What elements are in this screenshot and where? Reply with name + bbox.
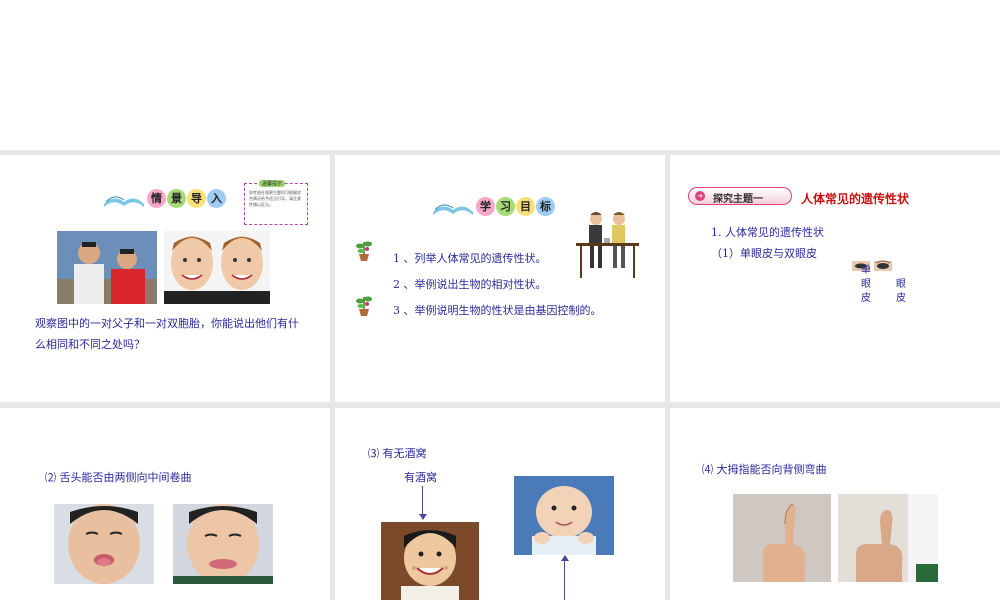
potted-plant-icon (356, 296, 372, 316)
slide-thumbnail-3[interactable]: ➔ 探究主题一 人体常见的遗传性状 1. 人体常见的遗传性状 （1）单眼皮与双眼… (670, 155, 1000, 402)
caption-thumb-bending: ⑷ 大拇指能否向背侧弯曲 (702, 463, 827, 476)
title-char-badge: 标 (536, 196, 555, 216)
tip-text: 如考虑在观察主题时可根据综合情况给予适当引导。请注意性情以区分。 (249, 190, 301, 207)
baby-photo (514, 476, 614, 555)
thumb-straight-photo (838, 494, 938, 582)
arrow-down-icon (419, 514, 427, 520)
twins-photo (164, 231, 270, 304)
child-with-dimples-photo (381, 522, 479, 600)
title-char-badge: 习 (496, 196, 515, 216)
item-common-traits: 1. 人体常见的遗传性状 (711, 226, 824, 239)
potted-plant-icon (356, 241, 372, 261)
topic-tag-label: 探究主题一 (713, 194, 763, 205)
title-char-badge: 情 (147, 188, 166, 208)
title-char-badge: 学 (476, 196, 495, 216)
eye-comparison-thumbnails (852, 260, 892, 271)
goal-item-2: 2 、举例说出生物的相对性状。 (393, 278, 547, 291)
slide-title: 人体常见的遗传性状 (801, 192, 910, 206)
topic-tag: ➔ 探究主题一 (688, 187, 792, 205)
students-at-table-illustration (576, 212, 639, 278)
title-char-badge: 导 (187, 188, 206, 208)
slide-thumbnail-1[interactable]: 情 景 导 入 温馨提示 如考虑在观察主题时可根据综合情况给予适当引导。请注意性… (0, 155, 330, 402)
label-double-1: 眼 (896, 279, 906, 290)
goal-item-1: 1 、列举人体常见的遗传性状。 (393, 252, 547, 265)
father-son-photo (57, 231, 157, 304)
item-eyelids: （1）单眼皮与双眼皮 (711, 247, 817, 260)
question-line-2: 么相同和不同之处吗？ (35, 338, 145, 351)
open-book-icon (104, 196, 144, 207)
label-single-1: 单 (861, 265, 871, 276)
arrow-right-icon: ➔ (695, 191, 705, 201)
top-blank-area (0, 0, 1000, 150)
thumb-bent-back-photo (733, 494, 831, 582)
tip-box: 温馨提示 如考虑在观察主题时可根据综合情况给予适当引导。请注意性情以区分。 (244, 180, 308, 225)
slide-thumbnail-2[interactable]: 学 习 目 标 1 、列举人体常见的遗传性状。 2 、举例说出生物的相对性状。 … (335, 155, 665, 402)
tip-heading: 温馨提示 (259, 180, 286, 187)
slide-thumbnail-6[interactable]: ⑷ 大拇指能否向背侧弯曲 (670, 408, 1000, 600)
arrow-up-icon (561, 555, 569, 561)
question-line-1: 观察图中的一对父子和一对双胞胎，你能说出他们有什 (35, 317, 299, 330)
slide-thumbnail-5[interactable]: ⑶ 有无酒窝 有酒窝 (335, 408, 665, 600)
arrow-shaft (564, 560, 565, 600)
slide-thumbnail-4[interactable]: ⑵ 舌头能否由两侧向中间卷曲 (0, 408, 330, 600)
title-banner: 学 习 目 标 (431, 196, 555, 216)
title-banner: 情 景 导 入 (102, 188, 226, 208)
title-char-badge: 景 (167, 188, 186, 208)
title-char-badge: 入 (207, 188, 226, 208)
title-char-badge: 目 (516, 196, 535, 216)
caption-tongue-rolling: ⑵ 舌头能否由两侧向中间卷曲 (45, 471, 192, 484)
open-book-icon (433, 204, 473, 215)
label-single-3: 皮 (861, 293, 871, 304)
label-has-dimples: 有酒窝 (404, 471, 437, 484)
goal-item-3: 3 、举例说明生物的性状是由基因控制的。 (393, 304, 602, 317)
arrow-shaft (422, 486, 423, 516)
label-single-2: 眼 (861, 279, 871, 290)
tongue-rolling-photo (54, 504, 154, 584)
tongue-not-rolling-photo (173, 504, 273, 584)
label-double-2: 皮 (896, 293, 906, 304)
caption-dimples: ⑶ 有无酒窝 (368, 447, 427, 460)
